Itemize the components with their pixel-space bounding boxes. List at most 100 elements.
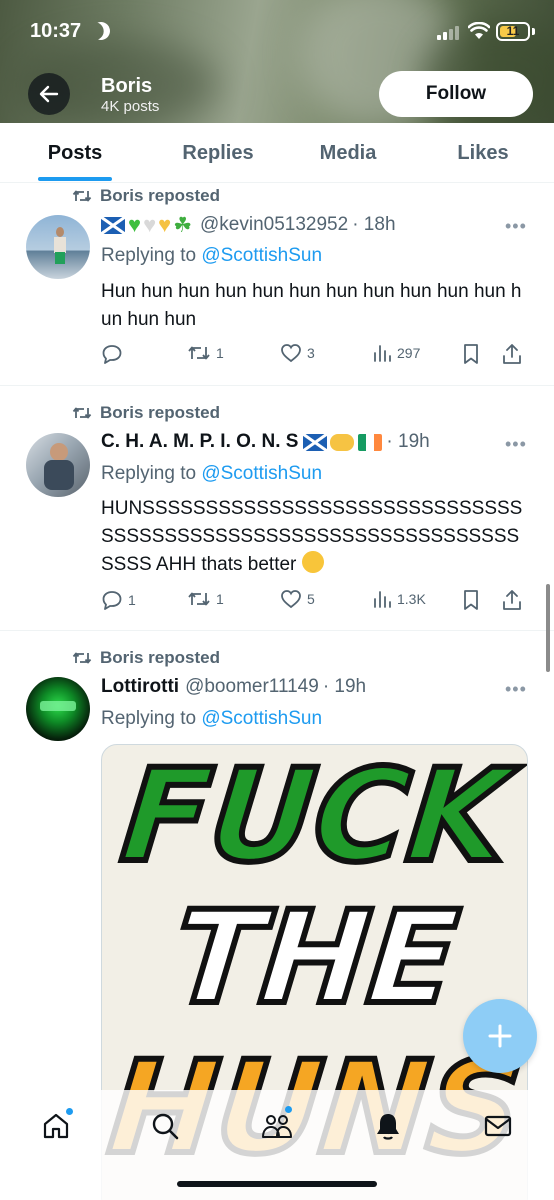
repost-context: Boris reposted <box>72 648 220 668</box>
mention-link[interactable]: @ScottishSun <box>201 245 322 266</box>
back-arrow-icon <box>39 85 59 103</box>
reply-button[interactable]: 1 <box>101 589 136 611</box>
active-tab-indicator <box>38 177 112 181</box>
post[interactable]: Boris reposted ♥ ♥ ♥ ☘ @kevin05132952 · … <box>0 184 554 386</box>
post-text: Hun hun hun hun hun hun hun hun hun hun … <box>101 281 522 330</box>
repost-count: 1 <box>216 591 224 607</box>
repost-button[interactable]: 1 <box>187 343 224 363</box>
more-icon[interactable]: ••• <box>505 216 527 237</box>
bookmark-button[interactable] <box>462 343 480 365</box>
like-button[interactable]: 5 <box>280 589 315 609</box>
scotland-flag-emoji <box>100 215 126 235</box>
communities-icon <box>262 1115 292 1138</box>
green-heart-icon: ♥ <box>128 212 142 237</box>
tab-replies[interactable]: Replies <box>143 123 293 183</box>
avatar[interactable] <box>26 433 90 497</box>
media-word-1: FUCK <box>112 744 518 894</box>
notifications-icon <box>377 1114 399 1140</box>
bookmark-button[interactable] <box>462 589 480 611</box>
scrollbar[interactable] <box>546 584 550 672</box>
tab-media[interactable]: Media <box>273 123 423 183</box>
follow-button[interactable]: Follow <box>379 71 533 117</box>
reply-button[interactable] <box>101 343 123 365</box>
nav-home[interactable] <box>36 1106 76 1146</box>
like-button[interactable]: 3 <box>280 343 315 363</box>
ireland-flag-emoji <box>358 433 383 451</box>
wifi-icon <box>468 22 490 39</box>
shamrock-icon: ☘ <box>173 213 193 237</box>
reply-icon <box>102 345 122 364</box>
repost-icon <box>72 407 92 419</box>
author-handle[interactable]: @boomer11149 <box>185 676 319 698</box>
nav-notifications[interactable] <box>368 1106 408 1146</box>
cellular-signal-icon <box>437 24 463 40</box>
views-count: 297 <box>397 345 421 361</box>
share-icon <box>503 344 521 364</box>
tab-posts[interactable]: Posts <box>0 123 150 183</box>
replying-to-label: Replying to <box>101 463 202 484</box>
share-button[interactable] <box>502 589 522 611</box>
nav-search[interactable] <box>145 1106 185 1146</box>
mention-link[interactable]: @ScottishSun <box>201 463 322 484</box>
more-icon[interactable]: ••• <box>505 434 527 455</box>
views-icon <box>374 591 391 608</box>
post-header: ♥ ♥ ♥ ☘ @kevin05132952 · 18h <box>100 212 396 238</box>
post-text: HUNSSSSSSSSSSSSSSSSSSSSSSSSSSSSSSSSSSSSS… <box>101 495 531 579</box>
white-heart-icon: ♥ <box>143 212 157 237</box>
share-icon <box>503 590 521 610</box>
post-time: · 19h <box>322 676 367 697</box>
replying-to: Replying to @ScottishSun <box>101 245 322 267</box>
reply-count: 1 <box>128 592 136 608</box>
repost-icon <box>72 652 92 664</box>
messages-icon <box>484 1115 512 1137</box>
profile-post-count: 4K posts <box>101 98 160 115</box>
tab-likes[interactable]: Likes <box>408 123 554 183</box>
views-count: 1.3K <box>397 591 426 607</box>
post-time: · 18h <box>352 214 396 235</box>
author-handle[interactable]: @kevin05132952 <box>200 214 348 236</box>
repost-icon <box>72 190 92 202</box>
back-button[interactable] <box>28 73 70 115</box>
post[interactable]: Boris reposted C. H. A. M. P. I. O. N. S… <box>0 386 554 631</box>
repost-icon <box>188 592 210 606</box>
compose-button[interactable] <box>463 999 537 1073</box>
rolling-laughing-emoji <box>298 547 327 577</box>
post-header: C. H. A. M. P. I. O. N. S · 19h <box>101 431 430 453</box>
avatar[interactable] <box>26 677 90 741</box>
repost-context: Boris reposted <box>72 186 220 206</box>
replying-to-label: Replying to <box>101 245 202 266</box>
status-time: 10:37 <box>30 20 82 42</box>
nav-messages[interactable] <box>478 1106 518 1146</box>
views-button[interactable]: 297 <box>372 343 420 363</box>
battery-level: 11 <box>506 24 520 38</box>
bookmark-icon <box>464 344 478 364</box>
post-actions: 1 1 5 1.3K <box>101 589 531 613</box>
repost-icon <box>188 346 210 360</box>
post-time: · 19h <box>386 431 430 452</box>
repost-context: Boris reposted <box>72 403 220 423</box>
handshake-icon <box>330 433 355 451</box>
profile-name: Boris <box>101 75 153 97</box>
yellow-heart-icon: ♥ <box>158 212 172 237</box>
communities-notification-dot <box>285 1106 292 1113</box>
views-icon <box>374 345 391 362</box>
like-icon <box>281 590 301 609</box>
avatar[interactable] <box>26 215 90 279</box>
like-icon <box>281 344 301 363</box>
author-name[interactable]: Lottirotti <box>101 676 179 698</box>
like-count: 3 <box>307 345 315 361</box>
more-icon[interactable]: ••• <box>505 679 527 700</box>
views-button[interactable]: 1.3K <box>372 589 426 609</box>
like-count: 5 <box>307 591 315 607</box>
repost-button[interactable]: 1 <box>187 589 224 609</box>
media-word-2: THE <box>164 881 468 1036</box>
home-notification-dot <box>66 1108 73 1115</box>
share-button[interactable] <box>502 343 522 365</box>
home-indicator[interactable] <box>177 1181 377 1187</box>
nav-communities[interactable] <box>257 1106 297 1146</box>
post-actions: 1 3 297 <box>101 343 531 367</box>
post-header: Lottirotti @boomer11149 · 19h <box>101 676 366 698</box>
author-name[interactable]: C. H. A. M. P. I. O. N. S <box>101 431 298 453</box>
mention-link[interactable]: @ScottishSun <box>201 708 322 729</box>
reply-icon <box>102 591 122 610</box>
